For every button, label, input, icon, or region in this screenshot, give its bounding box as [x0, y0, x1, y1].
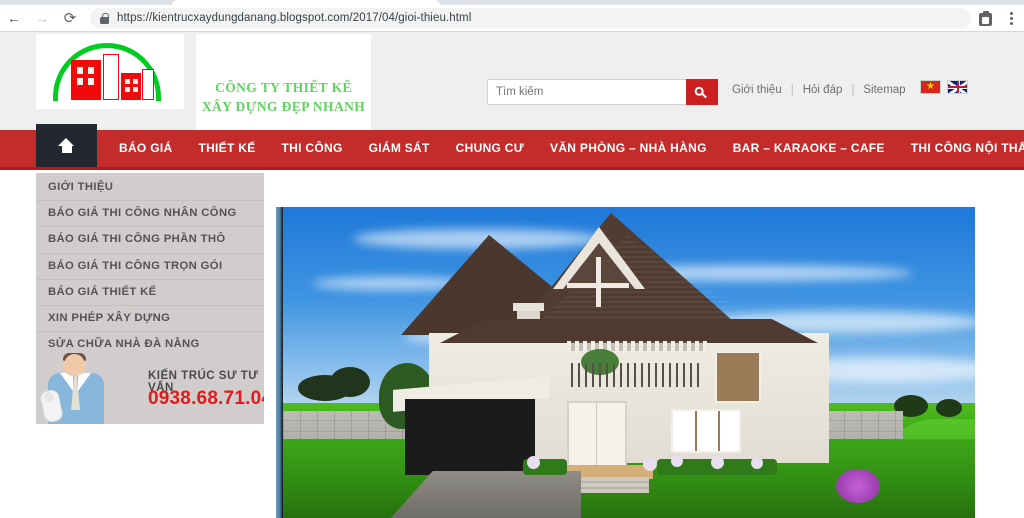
sidebar-item-tron-goi[interactable]: BÁO GIÁ THI CÔNG TRỌN GÓI — [36, 254, 264, 280]
three-dot-menu-icon[interactable] — [1004, 10, 1018, 26]
page-viewport: CÔNG TY THIẾT KẾ XÂY DỰNG ĐẸP NHANH Giới… — [0, 32, 1024, 518]
architect-photo — [38, 352, 116, 424]
search-button[interactable] — [686, 79, 718, 105]
nav-item-thiet-ke[interactable]: THIẾT KẾ — [185, 130, 268, 167]
sidebar-item-xin-phep[interactable]: XIN PHÉP XÂY DỰNG — [36, 306, 264, 333]
top-link-separator-1: | — [790, 84, 794, 96]
nav-home-button[interactable] — [36, 124, 97, 167]
nav-item-bar-karaoke[interactable]: BAR – KARAOKE – CAFE — [720, 130, 898, 167]
villa-entrance-door — [567, 401, 627, 467]
sidebar-item-nhan-cong[interactable]: BÁO GIÁ THI CÔNG NHÂN CÔNG — [36, 201, 264, 228]
site-header: CÔNG TY THIẾT KẾ XÂY DỰNG ĐẸP NHANH Giới… — [0, 32, 1024, 160]
hero-tree-left-2 — [330, 367, 370, 397]
villa-pergola — [567, 341, 707, 351]
top-link-hoi-dap[interactable]: Hỏi đáp — [803, 84, 843, 96]
lock-icon — [100, 12, 109, 24]
hero-flower-bush — [836, 469, 880, 503]
browser-toolbar: ← → ⟳ https://kientrucxaydungdanang.blog… — [0, 5, 1024, 32]
site-logo[interactable] — [36, 34, 184, 109]
top-link-sitemap[interactable]: Sitemap — [863, 84, 905, 96]
nav-item-bao-gia[interactable]: BÁO GIÁ — [106, 130, 185, 167]
forward-arrow-icon[interactable]: → — [28, 5, 56, 31]
villa-balcony-railing — [571, 363, 703, 390]
clipboard-icon[interactable] — [979, 10, 992, 26]
villa-lower-roof — [440, 319, 818, 343]
page-content: GIỚI THIỆU BÁO GIÁ THI CÔNG NHÂN CÔNG BÁ… — [0, 170, 1024, 518]
vietnam-flag-icon[interactable]: ★ — [920, 80, 941, 94]
address-bar[interactable]: https://kientrucxaydungdanang.blogspot.c… — [90, 8, 971, 28]
back-arrow-icon[interactable]: ← — [0, 5, 28, 31]
top-link-gioi-thieu[interactable]: Giới thiệu — [732, 84, 782, 96]
flag-star: ★ — [926, 81, 935, 92]
logo-buildings-icon — [47, 41, 173, 103]
hero-villa-render — [371, 213, 851, 518]
slideshow-left-edge — [276, 207, 283, 518]
company-name-line2: XÂY DỰNG ĐẸP NHANH — [201, 99, 366, 114]
sidebar-menu: GIỚI THIỆU BÁO GIÁ THI CÔNG NHÂN CÔNG BÁ… — [36, 173, 264, 358]
nav-item-giam-sat[interactable]: GIÁM SÁT — [356, 130, 443, 167]
consultant-banner[interactable]: KIẾN TRÚC SƯ TƯ VẤN 0938.68.71.04 — [36, 352, 264, 424]
villa-driveway — [391, 471, 581, 518]
nav-item-list: BÁO GIÁ THIẾT KẾ THI CÔNG GIÁM SÁT CHUNG… — [106, 130, 1024, 167]
search-icon — [692, 82, 712, 102]
language-flags: ★ — [920, 80, 968, 94]
consultant-phone[interactable]: 0938.68.71.04 — [148, 388, 264, 410]
reload-icon[interactable]: ⟳ — [56, 5, 84, 31]
villa-right-window — [671, 409, 741, 453]
search-input[interactable] — [487, 79, 686, 105]
sidebar-item-bao-gia-thiet-ke[interactable]: BÁO GIÁ THIẾT KẾ — [36, 280, 264, 306]
sidebar-item-phan-tho[interactable]: BÁO GIÁ THI CÔNG PHẦN THÔ — [36, 227, 264, 254]
hero-slideshow[interactable] — [276, 207, 975, 518]
villa-carport — [405, 399, 535, 475]
villa-upper-window — [715, 351, 761, 403]
home-icon — [58, 138, 75, 153]
toolbar-right-actions — [979, 10, 1024, 26]
nav-item-noi-that[interactable]: THI CÔNG NỘI THẤT — [898, 130, 1024, 167]
address-bar-url: https://kientrucxaydungdanang.blogspot.c… — [117, 12, 472, 24]
company-name-text: CÔNG TY THIẾT KẾ XÂY DỰNG ĐẸP NHANH — [202, 78, 365, 116]
screenshot-root: ← → ⟳ https://kientrucxaydungdanang.blog… — [0, 0, 1024, 518]
header-utility-links: Giới thiệu | Hỏi đáp | Sitemap — [732, 80, 906, 100]
nav-item-thi-cong[interactable]: THI CÔNG — [269, 130, 356, 167]
nav-item-chung-cu[interactable]: CHUNG CƯ — [443, 130, 537, 167]
sidebar-item-gioi-thieu[interactable]: GIỚI THIỆU — [36, 175, 264, 202]
main-navigation-bar: BÁO GIÁ THIẾT KẾ THI CÔNG GIÁM SÁT CHUNG… — [0, 124, 1024, 170]
nav-item-van-phong[interactable]: VĂN PHÒNG – NHÀ HÀNG — [537, 130, 720, 167]
search-box — [487, 79, 718, 105]
top-link-separator-2: | — [851, 84, 855, 96]
hero-tree-right-2 — [936, 399, 962, 417]
uk-flag-icon[interactable] — [947, 80, 968, 94]
company-name-line1: CÔNG TY THIẾT KẾ — [215, 80, 352, 95]
